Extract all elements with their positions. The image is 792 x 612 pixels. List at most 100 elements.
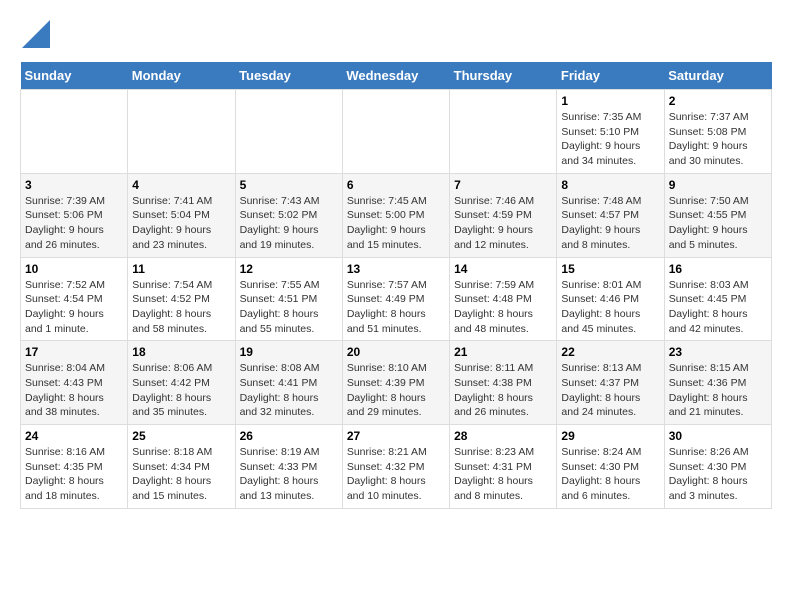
day-number: 1: [561, 94, 659, 108]
weekday-header-friday: Friday: [557, 62, 664, 90]
day-number: 27: [347, 429, 445, 443]
day-info: Sunrise: 7:50 AM Sunset: 4:55 PM Dayligh…: [669, 194, 767, 253]
weekday-header-tuesday: Tuesday: [235, 62, 342, 90]
weekday-header-saturday: Saturday: [664, 62, 771, 90]
calendar-cell: 3 Sunrise: 7:39 AM Sunset: 5:06 PM Daylig…: [21, 173, 128, 257]
day-number: 21: [454, 345, 552, 359]
day-number: 8: [561, 178, 659, 192]
day-info: Sunrise: 8:19 AM Sunset: 4:33 PM Dayligh…: [240, 445, 338, 504]
calendar-cell: 25 Sunrise: 8:18 AM Sunset: 4:34 PM Dayli…: [128, 425, 235, 509]
day-info: Sunrise: 7:35 AM Sunset: 5:10 PM Dayligh…: [561, 110, 659, 169]
calendar-cell: 7 Sunrise: 7:46 AM Sunset: 4:59 PM Daylig…: [450, 173, 557, 257]
day-number: 2: [669, 94, 767, 108]
calendar-cell: 8 Sunrise: 7:48 AM Sunset: 4:57 PM Daylig…: [557, 173, 664, 257]
day-number: 13: [347, 262, 445, 276]
calendar-cell: 2 Sunrise: 7:37 AM Sunset: 5:08 PM Daylig…: [664, 90, 771, 174]
day-number: 30: [669, 429, 767, 443]
day-number: 7: [454, 178, 552, 192]
day-info: Sunrise: 8:04 AM Sunset: 4:43 PM Dayligh…: [25, 361, 123, 420]
day-number: 22: [561, 345, 659, 359]
calendar-cell: 24 Sunrise: 8:16 AM Sunset: 4:35 PM Dayli…: [21, 425, 128, 509]
day-info: Sunrise: 8:24 AM Sunset: 4:30 PM Dayligh…: [561, 445, 659, 504]
weekday-header-thursday: Thursday: [450, 62, 557, 90]
calendar: SundayMondayTuesdayWednesdayThursdayFrid…: [20, 62, 772, 509]
day-info: Sunrise: 8:18 AM Sunset: 4:34 PM Dayligh…: [132, 445, 230, 504]
weekday-header-wednesday: Wednesday: [342, 62, 449, 90]
day-info: Sunrise: 7:37 AM Sunset: 5:08 PM Dayligh…: [669, 110, 767, 169]
day-number: 28: [454, 429, 552, 443]
day-info: Sunrise: 8:10 AM Sunset: 4:39 PM Dayligh…: [347, 361, 445, 420]
day-number: 23: [669, 345, 767, 359]
day-info: Sunrise: 8:16 AM Sunset: 4:35 PM Dayligh…: [25, 445, 123, 504]
calendar-cell: 14 Sunrise: 7:59 AM Sunset: 4:48 PM Dayli…: [450, 257, 557, 341]
calendar-cell: 22 Sunrise: 8:13 AM Sunset: 4:37 PM Dayli…: [557, 341, 664, 425]
day-info: Sunrise: 7:39 AM Sunset: 5:06 PM Dayligh…: [25, 194, 123, 253]
day-info: Sunrise: 8:03 AM Sunset: 4:45 PM Dayligh…: [669, 278, 767, 337]
calendar-cell: 21Sunrise: 8:11 AM Sunset: 4:38 PM Dayli…: [450, 341, 557, 425]
calendar-cell: 11Sunrise: 7:54 AM Sunset: 4:52 PM Dayli…: [128, 257, 235, 341]
calendar-cell: 27 Sunrise: 8:21 AM Sunset: 4:32 PM Dayli…: [342, 425, 449, 509]
calendar-cell: [21, 90, 128, 174]
day-number: 11: [132, 262, 230, 276]
day-number: 29: [561, 429, 659, 443]
day-number: 25: [132, 429, 230, 443]
day-info: Sunrise: 7:48 AM Sunset: 4:57 PM Dayligh…: [561, 194, 659, 253]
day-number: 5: [240, 178, 338, 192]
day-number: 20: [347, 345, 445, 359]
day-info: Sunrise: 7:57 AM Sunset: 4:49 PM Dayligh…: [347, 278, 445, 337]
day-number: 17: [25, 345, 123, 359]
calendar-cell: 17 Sunrise: 8:04 AM Sunset: 4:43 PM Dayli…: [21, 341, 128, 425]
day-number: 18: [132, 345, 230, 359]
day-info: Sunrise: 8:06 AM Sunset: 4:42 PM Dayligh…: [132, 361, 230, 420]
day-info: Sunrise: 8:26 AM Sunset: 4:30 PM Dayligh…: [669, 445, 767, 504]
calendar-cell: 18 Sunrise: 8:06 AM Sunset: 4:42 PM Dayli…: [128, 341, 235, 425]
calendar-cell: 5 Sunrise: 7:43 AM Sunset: 5:02 PM Daylig…: [235, 173, 342, 257]
calendar-cell: [235, 90, 342, 174]
day-info: Sunrise: 7:55 AM Sunset: 4:51 PM Dayligh…: [240, 278, 338, 337]
calendar-cell: 15 Sunrise: 8:01 AM Sunset: 4:46 PM Dayli…: [557, 257, 664, 341]
day-number: 6: [347, 178, 445, 192]
calendar-cell: 20 Sunrise: 8:10 AM Sunset: 4:39 PM Dayli…: [342, 341, 449, 425]
day-info: Sunrise: 8:13 AM Sunset: 4:37 PM Dayligh…: [561, 361, 659, 420]
day-number: 19: [240, 345, 338, 359]
calendar-cell: 6Sunrise: 7:45 AM Sunset: 5:00 PM Daylig…: [342, 173, 449, 257]
calendar-cell: [342, 90, 449, 174]
calendar-cell: 30 Sunrise: 8:26 AM Sunset: 4:30 PM Dayli…: [664, 425, 771, 509]
calendar-cell: 16 Sunrise: 8:03 AM Sunset: 4:45 PM Dayli…: [664, 257, 771, 341]
calendar-cell: [128, 90, 235, 174]
calendar-cell: 29 Sunrise: 8:24 AM Sunset: 4:30 PM Dayli…: [557, 425, 664, 509]
day-info: Sunrise: 8:23 AM Sunset: 4:31 PM Dayligh…: [454, 445, 552, 504]
day-info: Sunrise: 8:21 AM Sunset: 4:32 PM Dayligh…: [347, 445, 445, 504]
day-number: 4: [132, 178, 230, 192]
day-number: 16: [669, 262, 767, 276]
day-number: 24: [25, 429, 123, 443]
day-number: 9: [669, 178, 767, 192]
day-number: 26: [240, 429, 338, 443]
day-number: 15: [561, 262, 659, 276]
calendar-cell: 9 Sunrise: 7:50 AM Sunset: 4:55 PM Daylig…: [664, 173, 771, 257]
day-info: Sunrise: 7:59 AM Sunset: 4:48 PM Dayligh…: [454, 278, 552, 337]
day-number: 10: [25, 262, 123, 276]
day-info: Sunrise: 8:08 AM Sunset: 4:41 PM Dayligh…: [240, 361, 338, 420]
calendar-cell: 4 Sunrise: 7:41 AM Sunset: 5:04 PM Daylig…: [128, 173, 235, 257]
header: [20, 20, 772, 52]
calendar-cell: 19 Sunrise: 8:08 AM Sunset: 4:41 PM Dayli…: [235, 341, 342, 425]
calendar-cell: [450, 90, 557, 174]
weekday-header-monday: Monday: [128, 62, 235, 90]
day-info: Sunrise: 7:41 AM Sunset: 5:04 PM Dayligh…: [132, 194, 230, 253]
calendar-cell: 1 Sunrise: 7:35 AM Sunset: 5:10 PM Daylig…: [557, 90, 664, 174]
day-number: 14: [454, 262, 552, 276]
calendar-cell: 26 Sunrise: 8:19 AM Sunset: 4:33 PM Dayli…: [235, 425, 342, 509]
calendar-cell: 10 Sunrise: 7:52 AM Sunset: 4:54 PM Dayli…: [21, 257, 128, 341]
logo: [20, 20, 50, 52]
day-number: 3: [25, 178, 123, 192]
weekday-header-sunday: Sunday: [21, 62, 128, 90]
day-number: 12: [240, 262, 338, 276]
day-info: Sunrise: 7:46 AM Sunset: 4:59 PM Dayligh…: [454, 194, 552, 253]
day-info: Sunrise: 7:52 AM Sunset: 4:54 PM Dayligh…: [25, 278, 123, 337]
day-info: Sunrise: 8:01 AM Sunset: 4:46 PM Dayligh…: [561, 278, 659, 337]
calendar-cell: 23Sunrise: 8:15 AM Sunset: 4:36 PM Dayli…: [664, 341, 771, 425]
calendar-cell: 13 Sunrise: 7:57 AM Sunset: 4:49 PM Dayli…: [342, 257, 449, 341]
calendar-cell: 12 Sunrise: 7:55 AM Sunset: 4:51 PM Dayli…: [235, 257, 342, 341]
day-info: Sunrise: 7:43 AM Sunset: 5:02 PM Dayligh…: [240, 194, 338, 253]
